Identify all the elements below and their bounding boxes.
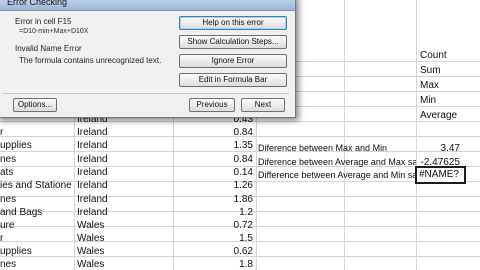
cell-sales[interactable]: 1.8 xyxy=(176,258,253,270)
cell-region[interactable]: Ireland xyxy=(77,126,171,139)
diff-label-avg-min[interactable]: Difference between Average and Min sales xyxy=(258,169,416,182)
diff-value-max-min[interactable]: 3.47 xyxy=(418,142,460,155)
cell-error-selected[interactable]: #NAME? xyxy=(415,166,466,184)
cell-region[interactable]: Ireland xyxy=(77,139,171,152)
stat-label-max[interactable]: Max xyxy=(420,79,478,92)
stat-label-min[interactable]: Min xyxy=(420,94,478,107)
help-on-error-button[interactable]: Help on this error xyxy=(179,16,287,30)
cell-sales[interactable]: 0.84 xyxy=(176,126,253,139)
error-description: The formula contains unrecognized text. xyxy=(19,56,162,65)
cell-sales[interactable]: 0.62 xyxy=(176,245,253,258)
stat-label-average[interactable]: Average xyxy=(420,109,478,122)
next-button[interactable]: Next xyxy=(241,98,285,112)
cell-product[interactable]: ats xyxy=(0,166,72,179)
cell-region[interactable]: Wales xyxy=(77,258,171,270)
cell-product[interactable]: upplies xyxy=(0,139,72,152)
cell-region[interactable]: Wales xyxy=(77,232,171,245)
cell-sales[interactable]: 0.72 xyxy=(176,219,253,232)
cell-sales[interactable]: 1.86 xyxy=(176,193,253,206)
cell-product[interactable]: r xyxy=(0,232,72,245)
diff-label-avg-max[interactable]: Diference between Average and Max sales xyxy=(258,156,416,169)
cell-product[interactable]: ure xyxy=(0,219,72,232)
cell-sales[interactable]: 0.14 xyxy=(176,166,253,179)
edit-in-formula-bar-button[interactable]: Edit in Formula Bar xyxy=(179,73,287,87)
error-checking-dialog: Error Checking Error in cell F15 =D10-mi… xyxy=(0,0,296,118)
cell-product[interactable]: nes xyxy=(0,258,72,270)
grid-line xyxy=(344,0,345,270)
cell-product[interactable]: and Bags xyxy=(0,206,72,219)
cell-sales[interactable]: 1.35 xyxy=(176,139,253,152)
error-formula: =D10-min+Max+D10X xyxy=(19,28,89,35)
cell-sales[interactable]: 1.2 xyxy=(176,206,253,219)
cell-product[interactable]: r xyxy=(0,126,72,139)
cell-sales[interactable]: 0.84 xyxy=(176,153,253,166)
cell-region[interactable]: Wales xyxy=(77,219,171,232)
dialog-title[interactable]: Error Checking xyxy=(0,0,295,11)
diff-label-max-min[interactable]: Diference between Max and Min xyxy=(258,142,418,155)
options-button[interactable]: Options... xyxy=(13,98,57,112)
cell-region[interactable]: Ireland xyxy=(77,166,171,179)
cell-region[interactable]: Ireland xyxy=(77,153,171,166)
stat-label-sum[interactable]: Sum xyxy=(420,64,478,77)
cell-sales[interactable]: 1.26 xyxy=(176,179,253,192)
cell-region[interactable]: Ireland xyxy=(77,179,171,192)
stat-label-count[interactable]: Count xyxy=(420,49,478,62)
dialog-separator xyxy=(3,93,289,94)
show-calculation-steps-button[interactable]: Show Calculation Steps... xyxy=(179,35,287,49)
error-cell-label: Error in cell F15 xyxy=(15,17,72,26)
error-name: Invalid Name Error xyxy=(15,44,82,53)
cell-product[interactable]: nes xyxy=(0,153,72,166)
cell-region[interactable]: Wales xyxy=(77,245,171,258)
cell-region[interactable]: Ireland xyxy=(77,206,171,219)
grid-line xyxy=(416,0,417,270)
cell-product[interactable]: nes xyxy=(0,193,72,206)
previous-button[interactable]: Previous xyxy=(189,98,235,112)
cell-product[interactable]: upplies xyxy=(0,245,72,258)
cell-product[interactable]: ies and Stationer xyxy=(0,179,72,192)
ignore-error-button[interactable]: Ignore Error xyxy=(179,54,287,68)
cell-sales[interactable]: 1.5 xyxy=(176,232,253,245)
cell-region[interactable]: Ireland xyxy=(77,193,171,206)
